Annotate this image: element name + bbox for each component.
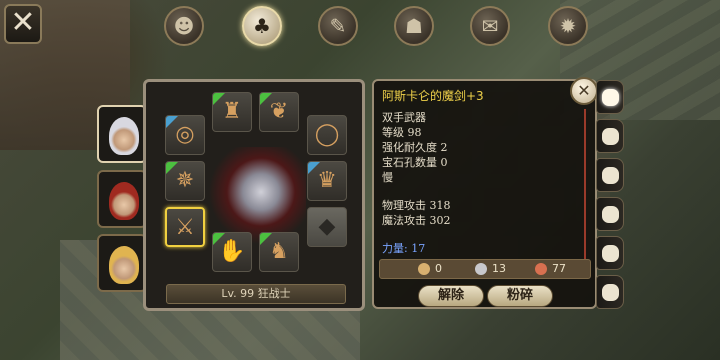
sell-price-bar: 0 13 77 — [379, 259, 591, 279]
item-gem-slots: 宝石孔数量 0 — [382, 156, 448, 169]
cloak-icon: ♛ — [317, 168, 337, 193]
item-magic-attack: 魔法攻击 302 — [382, 214, 451, 227]
bag-tab-3[interactable] — [596, 158, 624, 192]
party-icon[interactable]: ☗ — [394, 6, 434, 46]
portrait-red-hair-hero[interactable] — [97, 170, 147, 228]
offhand-slot[interactable]: ◆ — [307, 207, 347, 247]
copper-coin-icon — [535, 263, 547, 275]
boots-icon: ♞ — [269, 239, 289, 264]
settings-gear-icon[interactable]: ✹ — [548, 6, 588, 46]
item-durability: 强化耐久度 2 — [382, 141, 448, 154]
item-name: 阿斯卡仑的魔剑+3 — [382, 89, 484, 103]
quest-scroll-icon[interactable]: ✉ — [470, 6, 510, 46]
level-class-label: Lv. 99 狂战士 — [166, 284, 346, 304]
bag-icon — [602, 167, 619, 184]
bag-tab-4[interactable] — [596, 197, 624, 231]
cloak-slot[interactable]: ♛ — [307, 161, 347, 201]
copper-value: 77 — [552, 262, 566, 275]
item-level: 等级 98 — [382, 126, 422, 139]
item-type: 双手武器 — [382, 111, 426, 124]
ring2-icon: ◯ — [314, 122, 340, 147]
ring-slot[interactable]: ◎ — [165, 115, 205, 155]
scrollbar[interactable] — [584, 109, 586, 259]
rarity-corner — [166, 116, 178, 128]
skill-leaf-icon[interactable]: ✎ — [318, 6, 358, 46]
bag-tab-1[interactable] — [596, 80, 624, 114]
bag-icon — [602, 245, 619, 262]
weapon-icon: ⚔ — [175, 215, 195, 240]
necklace-icon: ❦ — [269, 99, 289, 124]
rarity-corner — [260, 93, 272, 105]
character-icon[interactable]: ☻ — [164, 6, 204, 46]
item-speed: 慢 — [382, 171, 393, 184]
portrait-white-hair-hero[interactable] — [97, 105, 147, 163]
close-menu-button[interactable]: ✕ — [4, 4, 42, 44]
bag-icon — [602, 128, 619, 145]
weapon-slot[interactable]: ⚔ — [165, 207, 205, 247]
hero-face-icon — [109, 182, 139, 220]
ring2-slot[interactable]: ◯ — [307, 115, 347, 155]
armor-slot[interactable]: ✵ — [165, 161, 205, 201]
helmet-icon: ♜ — [222, 99, 242, 124]
boots-slot[interactable]: ♞ — [259, 232, 299, 272]
hero-face-icon — [109, 117, 139, 155]
armor-icon: ✵ — [175, 168, 195, 193]
silver-value: 13 — [492, 262, 506, 275]
helmet-slot[interactable]: ♜ — [212, 92, 252, 132]
bag-icon[interactable]: ♣ — [242, 6, 282, 46]
item-physical-attack: 物理攻击 318 — [382, 199, 451, 212]
smash-button[interactable]: 粉碎 — [487, 285, 553, 307]
hero-face-icon — [109, 246, 139, 284]
detail-close-button[interactable]: ✕ — [570, 77, 598, 105]
gloves-slot[interactable]: ✋ — [212, 232, 252, 272]
bag-icon — [602, 284, 619, 301]
equipment-panel: ◎ ♜ ❦ ◯ ✵ ♛ ⚔ ✋ ♞ ◆ Lv. 99 狂战士 — [143, 79, 365, 311]
portrait-blonde-hero[interactable] — [97, 234, 147, 292]
necklace-slot[interactable]: ❦ — [259, 92, 299, 132]
ring-icon: ◎ — [175, 122, 195, 147]
bag-tab-6[interactable] — [596, 275, 624, 309]
rarity-corner — [308, 162, 320, 174]
bag-tab-5[interactable] — [596, 236, 624, 270]
rarity-corner — [260, 233, 272, 245]
rarity-corner — [213, 233, 225, 245]
silver-coin-icon — [475, 263, 487, 275]
unequip-button[interactable]: 解除 — [418, 285, 484, 307]
item-detail-panel: 阿斯卡仑的魔剑+3 双手武器 等级 98 强化耐久度 2 宝石孔数量 0 慢 物… — [372, 79, 597, 309]
bag-icon — [602, 89, 619, 106]
gold-coin-icon — [418, 263, 430, 275]
rarity-corner — [213, 93, 225, 105]
gold-value: 0 — [435, 262, 442, 275]
rarity-corner — [166, 162, 178, 174]
bag-tab-2[interactable] — [596, 119, 624, 153]
offhand-icon: ◆ — [318, 214, 336, 239]
item-strength: 力量: 17 — [382, 242, 426, 255]
bag-icon — [602, 206, 619, 223]
